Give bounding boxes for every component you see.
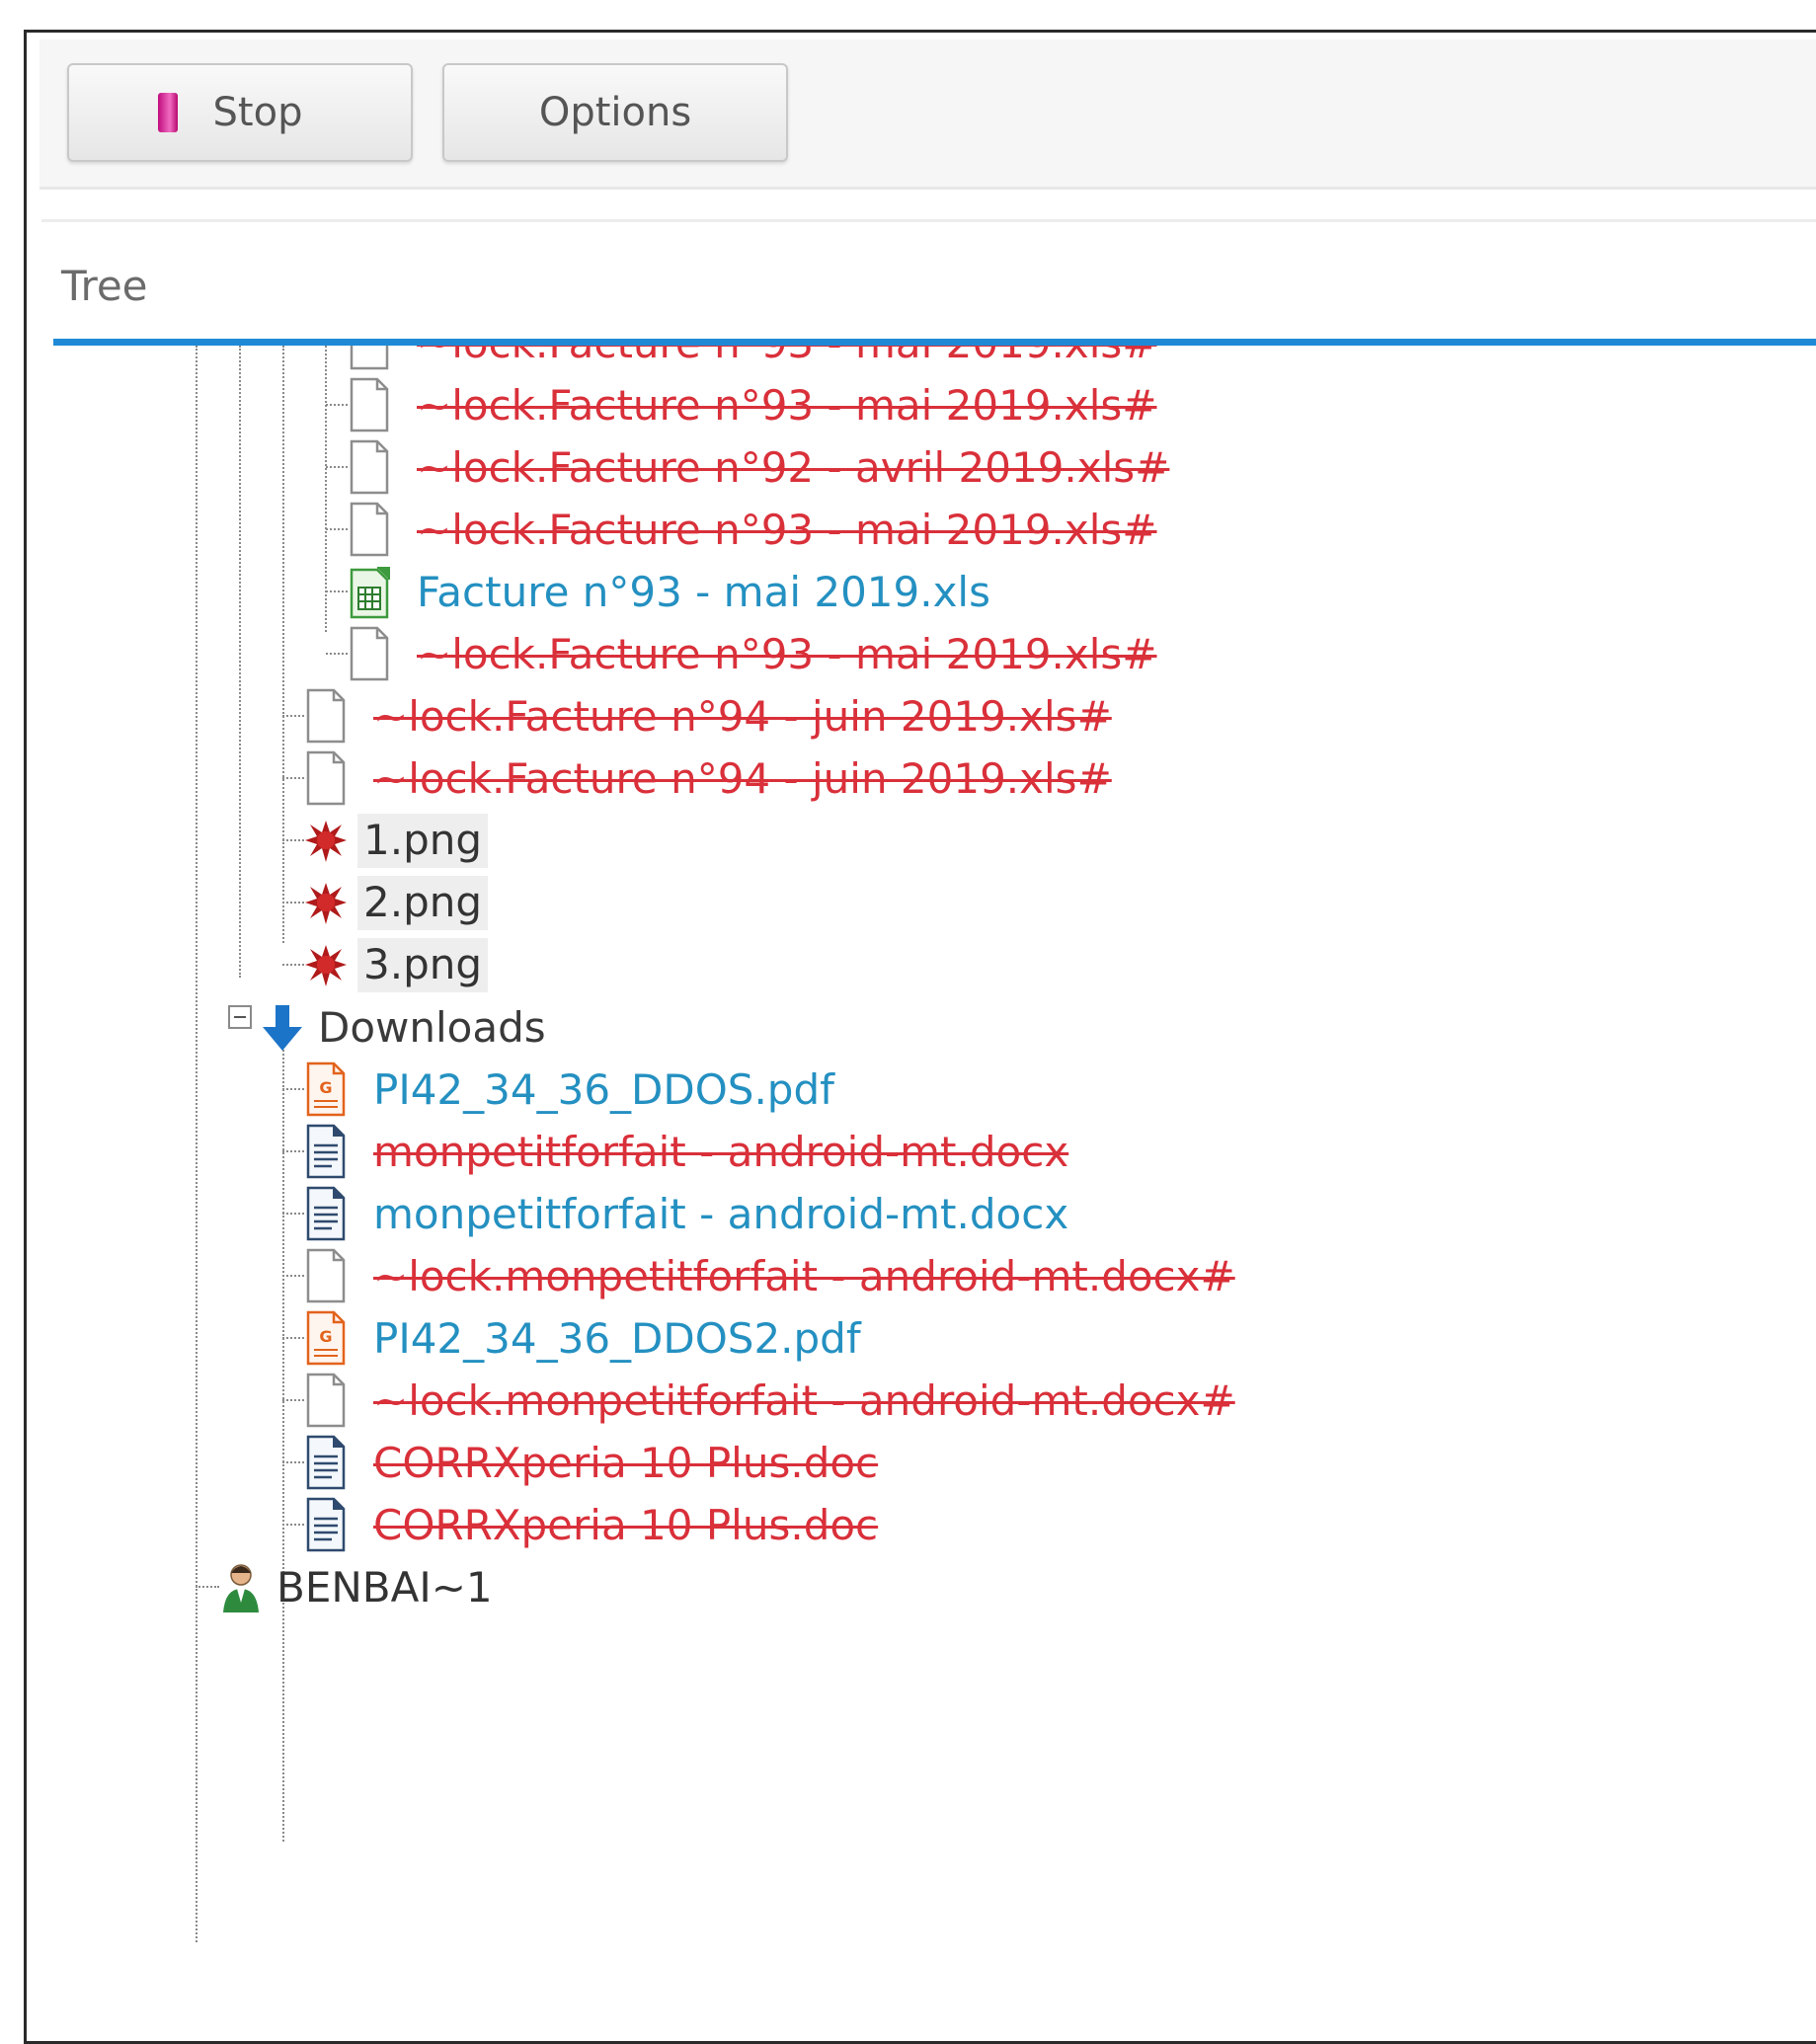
toolbar: Stop Options [39, 39, 1816, 190]
tree-connector [282, 964, 304, 966]
tree-connector [196, 1586, 219, 1588]
tree-node-folder-downloads[interactable]: Downloads [261, 992, 546, 1061]
pdf-icon: G [304, 1310, 348, 1366]
tree-node-file[interactable]: ~lock.monpetitforfait - android-mt.docx# [282, 1366, 1235, 1435]
tree-connector [282, 777, 304, 779]
tree-connector [282, 1399, 304, 1401]
tree-connector [326, 404, 348, 406]
blank-file-icon [348, 439, 391, 495]
document-icon [304, 1497, 348, 1552]
tree-node-label: ~lock.monpetitforfait - android-mt.docx# [373, 1251, 1235, 1300]
tree-connector [282, 1275, 304, 1277]
tree-connector [282, 1088, 304, 1090]
blank-file-icon [304, 1373, 348, 1428]
options-button-label: Options [538, 90, 692, 135]
tree-node-file[interactable]: ~lock.monpetitforfait - android-mt.docx# [282, 1241, 1235, 1310]
pdf-icon: G [304, 1061, 348, 1117]
blank-file-icon [304, 688, 348, 744]
tree-node-file[interactable]: monpetitforfait - android-mt.docx [282, 1179, 1069, 1248]
tree-node-file[interactable]: 2.png [282, 868, 489, 937]
tree-node-label: ~lock.Facture n°94 - juin 2019.xls# [373, 753, 1112, 803]
tree-node-file[interactable]: monpetitforfait - android-mt.docx [282, 1117, 1069, 1186]
tree-node-label: PI42_34_36_DDOS2.pdf [373, 1313, 861, 1363]
user-icon [219, 1559, 263, 1614]
tree-node-file[interactable]: ~lock.Facture n°94 - juin 2019.xls# [282, 744, 1112, 813]
blank-file-icon [348, 377, 391, 432]
blank-file-icon [304, 750, 348, 806]
tree-guide-line [325, 346, 327, 632]
tree-node-label: monpetitforfait - android-mt.docx [373, 1189, 1069, 1238]
tree-node-label: 1.png [357, 813, 489, 868]
tree-node-label: ~lock.Facture n°93 - mai 2019.xls# [417, 380, 1157, 430]
tree-node-file[interactable]: Facture n°93 - mai 2019.xls [326, 557, 990, 626]
stop-icon [157, 93, 178, 132]
options-button[interactable]: Options [442, 63, 788, 162]
tree-node-label: ~lock.Facture n°93 - mai 2019.xls# [417, 629, 1157, 678]
blank-file-icon [348, 502, 391, 557]
tree-node-label: ~lock.monpetitforfait - android-mt.docx# [373, 1376, 1235, 1425]
tree-connector [282, 1213, 304, 1215]
tree-connector [326, 466, 348, 468]
tree-node-file[interactable]: 3.png [282, 930, 489, 999]
image-splat-icon [304, 937, 348, 992]
tree-guide-line [239, 346, 241, 978]
tree-connector [282, 839, 304, 841]
tree-node-label: BENBAI~1 [276, 1562, 493, 1612]
document-icon [304, 1186, 348, 1241]
tree-connector [326, 653, 348, 655]
collapse-toggle[interactable] [228, 1005, 252, 1029]
tree-panel: Tree ~lock.Facture n°93 - mai 2019.xls# … [41, 219, 1816, 2011]
stop-button-label: Stop [212, 90, 303, 135]
tree-node-file[interactable]: CORRXperia 10 Plus.doc [282, 1428, 879, 1497]
document-icon [304, 1435, 348, 1490]
tree-connector [282, 1524, 304, 1526]
svg-text:G: G [319, 1078, 332, 1097]
spreadsheet-icon [348, 564, 391, 619]
tree-connector [282, 902, 304, 904]
tree-node-file[interactable]: ~lock.Facture n°93 - mai 2019.xls# [326, 495, 1157, 564]
tree-node-label: PI42_34_36_DDOS.pdf [373, 1064, 834, 1114]
tree-connector [282, 1150, 304, 1152]
tree-connector [326, 528, 348, 530]
tree-node-file[interactable]: ~lock.Facture n°93 - mai 2019.xls# [326, 370, 1157, 439]
tree-view[interactable]: ~lock.Facture n°93 - mai 2019.xls# ~lock… [41, 346, 1816, 2014]
download-arrow-icon [261, 999, 304, 1055]
tree-guide-line [282, 1038, 284, 1842]
tree-node-file[interactable]: 1.png [282, 806, 489, 875]
tree-node-label: ~lock.Facture n°94 - juin 2019.xls# [373, 691, 1112, 741]
blank-file-icon [304, 1248, 348, 1303]
blank-file-icon [348, 346, 391, 370]
tree-node-file[interactable]: G PI42_34_36_DDOS.pdf [282, 1055, 834, 1124]
tree-node-file[interactable]: CORRXperia 10 Plus.doc [282, 1490, 879, 1559]
tree-node-label: ~lock.Facture n°92 - avril 2019.xls# [417, 442, 1170, 492]
tree-node-file[interactable]: G PI42_34_36_DDOS2.pdf [282, 1303, 861, 1373]
svg-text:G: G [319, 1327, 332, 1346]
tree-connector [282, 1337, 304, 1339]
document-icon [304, 1124, 348, 1179]
tree-node-label: 3.png [357, 937, 489, 992]
tree-connector [282, 715, 304, 717]
tree-guide-line [196, 346, 197, 1942]
tree-node-file[interactable]: ~lock.Facture n°92 - avril 2019.xls# [326, 432, 1170, 502]
tree-header: Tree [61, 262, 148, 310]
tree-node-file[interactable]: ~lock.Facture n°94 - juin 2019.xls# [282, 681, 1112, 750]
image-splat-icon [304, 813, 348, 868]
tree-connector [326, 590, 348, 592]
tree-node-label: monpetitforfait - android-mt.docx [373, 1127, 1069, 1176]
tree-header-underline [53, 339, 1816, 346]
tree-connector [282, 1461, 304, 1463]
stop-button[interactable]: Stop [67, 63, 413, 162]
tree-node-label: Facture n°93 - mai 2019.xls [417, 567, 990, 616]
tree-guide-line [282, 346, 284, 943]
tree-node-label: 2.png [357, 875, 489, 930]
tree-node-label: CORRXperia 10 Plus.doc [373, 1500, 879, 1549]
tree-node-label: Downloads [318, 1002, 546, 1052]
blank-file-icon [348, 626, 391, 681]
tree-node-label: CORRXperia 10 Plus.doc [373, 1438, 879, 1487]
image-splat-icon [304, 875, 348, 930]
tree-node-label: ~lock.Facture n°93 - mai 2019.xls# [417, 505, 1157, 554]
tree-node-file[interactable]: ~lock.Facture n°93 - mai 2019.xls# [326, 619, 1157, 688]
tree-node-user[interactable]: BENBAI~1 [196, 1552, 493, 1621]
tree-node-label: ~lock.Facture n°93 - mai 2019.xls# [417, 346, 1157, 367]
